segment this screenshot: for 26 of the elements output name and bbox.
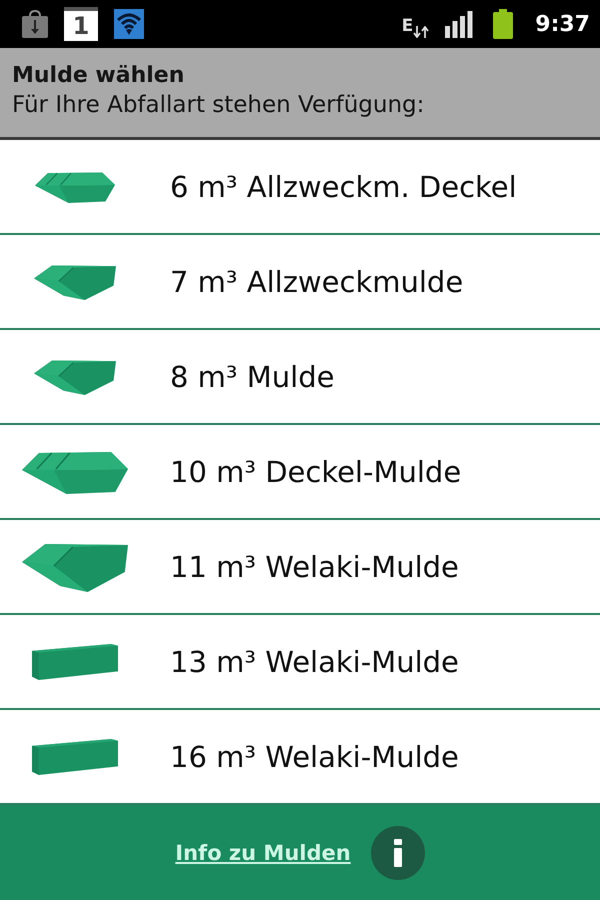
container-option[interactable]: 11 m³ Welaki-Mulde [170,550,459,584]
battery-icon [493,9,514,39]
skip-container-icon [22,542,128,592]
calendar-notification: 1 [64,7,98,41]
container-option[interactable]: 10 m³ Deckel-Mulde [170,454,462,488]
skip-container-icon [34,264,116,300]
signal-icon [445,10,474,38]
download-icon [22,10,48,38]
container-option[interactable]: 8 m³ Mulde [170,360,334,394]
container-option[interactable]: 7 m³ Allzweckmulde [170,264,464,298]
network-type: E [402,17,414,35]
container-option[interactable]: 6 m³ Allzweckm. Deckel [170,170,517,204]
container-option[interactable]: 16 m³ Welaki-Mulde [170,740,459,774]
info-link[interactable]: Info zu Mulden [175,840,351,864]
data-arrows-icon [413,26,430,38]
lidded-skip-icon [22,450,128,494]
lidded-skip-icon [35,170,115,202]
clock-time: 9:37 [535,12,590,36]
container-option[interactable]: 13 m³ Welaki-Mulde [170,644,459,678]
roll-off-container-icon [32,738,118,774]
wifi-icon [114,9,144,39]
info-icon[interactable] [370,826,425,880]
roll-off-container-icon [32,644,118,680]
screen-subtitle: Für Ihre Abfallart stehen Verfügung: [12,91,424,120]
skip-container-icon [34,358,116,394]
screen-title: Mulde wählen [12,62,184,90]
